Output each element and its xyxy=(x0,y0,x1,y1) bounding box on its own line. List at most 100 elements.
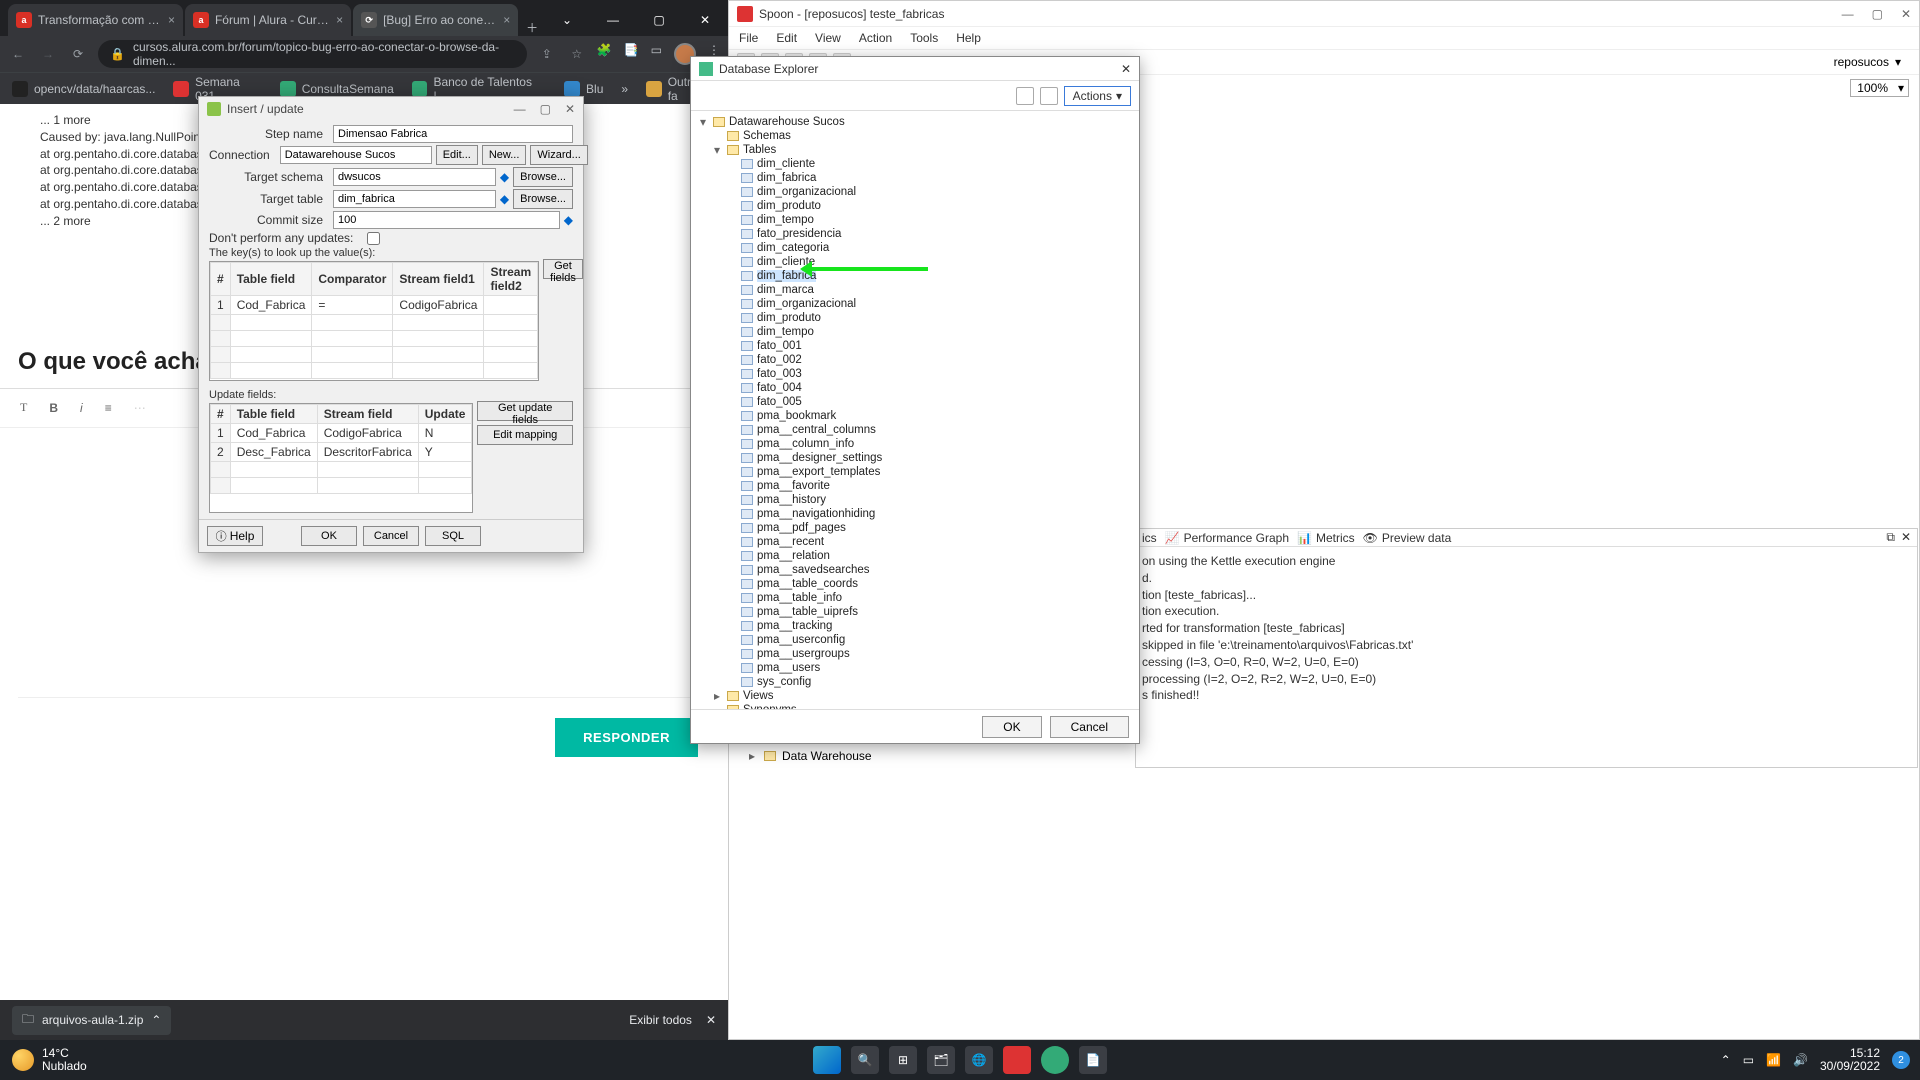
refresh-icon[interactable] xyxy=(1016,87,1034,105)
tree-node[interactable]: ▸Views xyxy=(697,689,1133,703)
start-icon[interactable] xyxy=(813,1046,841,1074)
tab-performance-graph[interactable]: 📈 Performance Graph xyxy=(1165,531,1289,545)
get-update-fields-button[interactable]: Get update fields xyxy=(477,401,573,421)
reading-list-icon[interactable]: 📑 xyxy=(624,43,639,65)
tab-metrics[interactable]: 📊 Metrics xyxy=(1297,531,1355,545)
tree-node[interactable]: pma__table_info xyxy=(697,591,1133,605)
tree-node[interactable]: pma__column_info xyxy=(697,437,1133,451)
chrome-icon[interactable]: 🌐 xyxy=(965,1046,993,1074)
close-icon[interactable]: ✕ xyxy=(1901,530,1911,545)
expand-icon[interactable] xyxy=(1040,87,1058,105)
new-button[interactable]: New... xyxy=(482,145,527,165)
clock[interactable]: 15:1230/09/2022 xyxy=(1820,1047,1880,1073)
close-icon[interactable]: × xyxy=(336,13,343,27)
new-tab-button[interactable]: ＋ xyxy=(520,19,544,36)
dont-update-checkbox[interactable] xyxy=(367,232,380,245)
tab-2[interactable]: aFórum | Alura - Cursos onli× xyxy=(185,4,351,36)
tree-node[interactable]: ▾Datawarehouse Sucos xyxy=(697,115,1133,129)
minimize-icon[interactable]: — xyxy=(514,102,526,116)
schema-input[interactable] xyxy=(333,168,496,186)
chevron-up-icon[interactable]: ⌃ xyxy=(151,1013,161,1027)
download-chip[interactable]: 🗀 arquivos-aula-1.zip ⌃ xyxy=(12,1006,171,1035)
tree-node[interactable]: dim_tempo xyxy=(697,325,1133,339)
popout-icon[interactable]: ⧉ xyxy=(1886,530,1895,545)
taskview-icon[interactable]: ⊞ xyxy=(889,1046,917,1074)
tab-3[interactable]: ⟳[Bug] Erro ao conectar o B× xyxy=(353,4,518,36)
tree-node[interactable]: dim_organizacional xyxy=(697,297,1133,311)
app-icon[interactable] xyxy=(1041,1046,1069,1074)
zoom-select[interactable]: 100% ▾ xyxy=(1850,79,1909,97)
tree-node[interactable]: pma__table_coords xyxy=(697,577,1133,591)
italic-icon[interactable]: i xyxy=(80,401,83,415)
tree-node[interactable]: dim_cliente xyxy=(697,157,1133,171)
tree-node[interactable]: dim_marca xyxy=(697,283,1133,297)
tab-preview-data[interactable]: 👁 Preview data xyxy=(1363,531,1452,545)
tree-node[interactable]: pma__navigationhiding xyxy=(697,507,1133,521)
volume-icon[interactable]: 🔊 xyxy=(1793,1053,1808,1067)
tree-node[interactable]: pma__history xyxy=(697,493,1133,507)
cancel-button[interactable]: Cancel xyxy=(1050,716,1129,738)
edit-button[interactable]: Edit... xyxy=(436,145,478,165)
tree-node[interactable]: dim_produto xyxy=(697,311,1133,325)
wifi-icon[interactable]: 📶 xyxy=(1766,1053,1781,1067)
minimize-icon[interactable]: — xyxy=(590,4,636,36)
tree-node[interactable]: pma__table_uiprefs xyxy=(697,605,1133,619)
tree-node[interactable]: fato_004 xyxy=(697,381,1133,395)
tree-node[interactable]: pma__usergroups xyxy=(697,647,1133,661)
text-icon[interactable]: T xyxy=(20,400,27,415)
tree-node[interactable]: sys_config xyxy=(697,675,1133,689)
list-icon[interactable]: ≡ xyxy=(105,401,112,415)
share-icon[interactable]: ⇪ xyxy=(537,44,557,64)
actions-button[interactable]: Actions ▾ xyxy=(1064,86,1131,106)
app-icon[interactable]: 📄 xyxy=(1079,1046,1107,1074)
tree-node[interactable]: pma__pdf_pages xyxy=(697,521,1133,535)
var-icon[interactable]: ◆ xyxy=(564,213,573,227)
bookmark-item[interactable]: opencv/data/haarcas... xyxy=(12,81,155,97)
maximize-icon[interactable]: ▢ xyxy=(636,4,682,36)
tree-node[interactable]: pma__central_columns xyxy=(697,423,1133,437)
ok-button[interactable]: OK xyxy=(982,716,1041,738)
bookmark-item[interactable]: ConsultaSemana xyxy=(280,81,394,97)
key-grid[interactable]: #Table fieldComparatorStream field1Strea… xyxy=(210,262,538,379)
menu-action[interactable]: Action xyxy=(859,31,892,45)
back-icon[interactable]: ← xyxy=(8,44,28,64)
tree-node[interactable]: pma__designer_settings xyxy=(697,451,1133,465)
tree-node[interactable]: ▾Tables xyxy=(697,143,1133,157)
help-button[interactable]: ⓘ Help xyxy=(207,526,263,546)
edit-mapping-button[interactable]: Edit mapping xyxy=(477,425,573,445)
close-icon[interactable]: ✕ xyxy=(706,1013,716,1027)
tree-node[interactable]: fato_001 xyxy=(697,339,1133,353)
overflow-icon[interactable]: » xyxy=(621,82,628,96)
tab-1[interactable]: aTransformação com ETL: Pe× xyxy=(8,4,183,36)
browse-schema-button[interactable]: Browse... xyxy=(513,167,573,187)
minimize-icon[interactable]: — xyxy=(1842,7,1854,21)
chevron-down-icon[interactable]: ▾ xyxy=(1895,55,1901,69)
reload-icon[interactable]: ⟳ xyxy=(68,44,88,64)
menu-file[interactable]: File xyxy=(739,31,758,45)
tree-node[interactable]: dim_tempo xyxy=(697,213,1133,227)
more-icon[interactable]: ⋯ xyxy=(134,401,146,415)
connection-input[interactable] xyxy=(280,146,432,164)
close-icon[interactable]: ✕ xyxy=(682,4,728,36)
browse-table-button[interactable]: Browse... xyxy=(513,189,573,209)
battery-icon[interactable]: ▭ xyxy=(1743,1053,1754,1067)
show-all-link[interactable]: Exibir todos xyxy=(629,1013,692,1027)
menu-help[interactable]: Help xyxy=(956,31,981,45)
wizard-button[interactable]: Wizard... xyxy=(530,145,587,165)
chevron-up-icon[interactable]: ⌃ xyxy=(1721,1053,1731,1067)
sql-button[interactable]: SQL xyxy=(425,526,481,546)
tree-node[interactable]: pma__savedsearches xyxy=(697,563,1133,577)
close-icon[interactable]: × xyxy=(168,13,175,27)
close-icon[interactable]: ✕ xyxy=(1121,62,1131,76)
tree-node[interactable]: pma__userconfig xyxy=(697,633,1133,647)
close-icon[interactable]: × xyxy=(503,13,510,27)
tree-node[interactable]: fato_003 xyxy=(697,367,1133,381)
tree-node[interactable]: pma_bookmark xyxy=(697,409,1133,423)
close-icon[interactable]: ✕ xyxy=(1901,7,1911,21)
tab-step-metrics[interactable]: ics xyxy=(1142,531,1157,545)
tree-node[interactable]: pma__relation xyxy=(697,549,1133,563)
notification-badge[interactable]: 2 xyxy=(1892,1051,1910,1069)
menu-tools[interactable]: Tools xyxy=(910,31,938,45)
menu-view[interactable]: View xyxy=(815,31,841,45)
star-icon[interactable]: ☆ xyxy=(567,44,587,64)
